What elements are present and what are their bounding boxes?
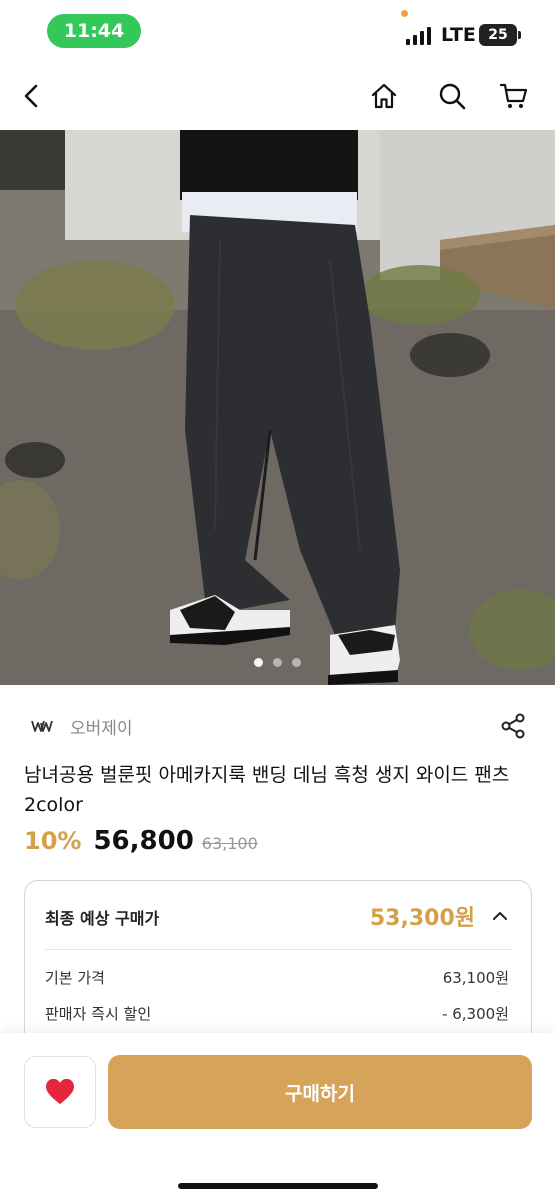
status-time: 11:44 — [47, 14, 141, 48]
home-button[interactable] — [362, 74, 406, 118]
final-price-title: 최종 예상 구매가 — [45, 909, 160, 928]
top-nav-bar — [0, 62, 555, 130]
chevron-up-icon — [493, 912, 507, 920]
sale-price: 56,800 — [93, 826, 194, 856]
price-line-label: 판매자 즉시 할인 — [45, 1005, 152, 1023]
back-icon — [24, 84, 38, 108]
final-price-total: 53,300원 — [369, 906, 475, 931]
seller-logo-mark — [31, 720, 53, 732]
carousel-dot[interactable] — [292, 658, 301, 667]
share-button[interactable] — [497, 710, 529, 742]
home-indicator — [178, 1183, 378, 1189]
price-line-discount: 판매자 즉시 할인 - 6,300원 — [45, 1003, 509, 1025]
price-row: 10% 56,800 63,100 — [24, 826, 258, 856]
carousel-dot[interactable] — [273, 658, 282, 667]
final-price-header[interactable]: 최종 예상 구매가 53,300원 — [25, 881, 531, 949]
card-divider — [45, 949, 511, 950]
seller-logo — [24, 708, 60, 744]
seller-row[interactable]: 오버제이 — [24, 706, 531, 746]
heart-icon — [46, 1078, 74, 1105]
share-icon — [501, 713, 525, 739]
privacy-indicator-dot — [401, 10, 408, 17]
status-bar: 11:44 LTE 25 — [0, 0, 555, 62]
price-line-value: - 6,300원 — [442, 1005, 509, 1023]
price-line-base: 기본 가격 63,100원 — [45, 967, 509, 989]
seller-name[interactable]: 오버제이 — [70, 714, 133, 739]
discount-rate: 10% — [24, 827, 82, 855]
search-icon — [439, 83, 466, 110]
bottom-action-bar: 구매하기 — [0, 1033, 555, 1200]
price-line-value: 63,100원 — [442, 969, 509, 987]
signal-icon — [406, 27, 431, 45]
collapse-toggle[interactable] — [487, 903, 513, 929]
carousel-dots — [0, 658, 555, 667]
cart-icon — [499, 83, 528, 108]
carousel-dot[interactable] — [254, 658, 263, 667]
product-title: 남녀공용 벌룬핏 아메카지룩 밴딩 데님 흑청 생지 와이드 팬츠 2color — [24, 764, 510, 816]
like-button[interactable] — [24, 1056, 96, 1128]
battery-icon: 25 — [479, 24, 521, 46]
cart-button[interactable] — [492, 74, 536, 118]
home-icon — [371, 83, 397, 109]
network-label: LTE — [441, 24, 476, 46]
product-image-carousel[interactable] — [0, 130, 555, 685]
back-button[interactable] — [10, 74, 54, 118]
product-photo — [0, 130, 555, 685]
original-price: 63,100 — [201, 834, 258, 853]
price-line-label: 기본 가격 — [45, 969, 105, 987]
buy-button[interactable]: 구매하기 — [108, 1055, 532, 1129]
search-button[interactable] — [430, 74, 474, 118]
